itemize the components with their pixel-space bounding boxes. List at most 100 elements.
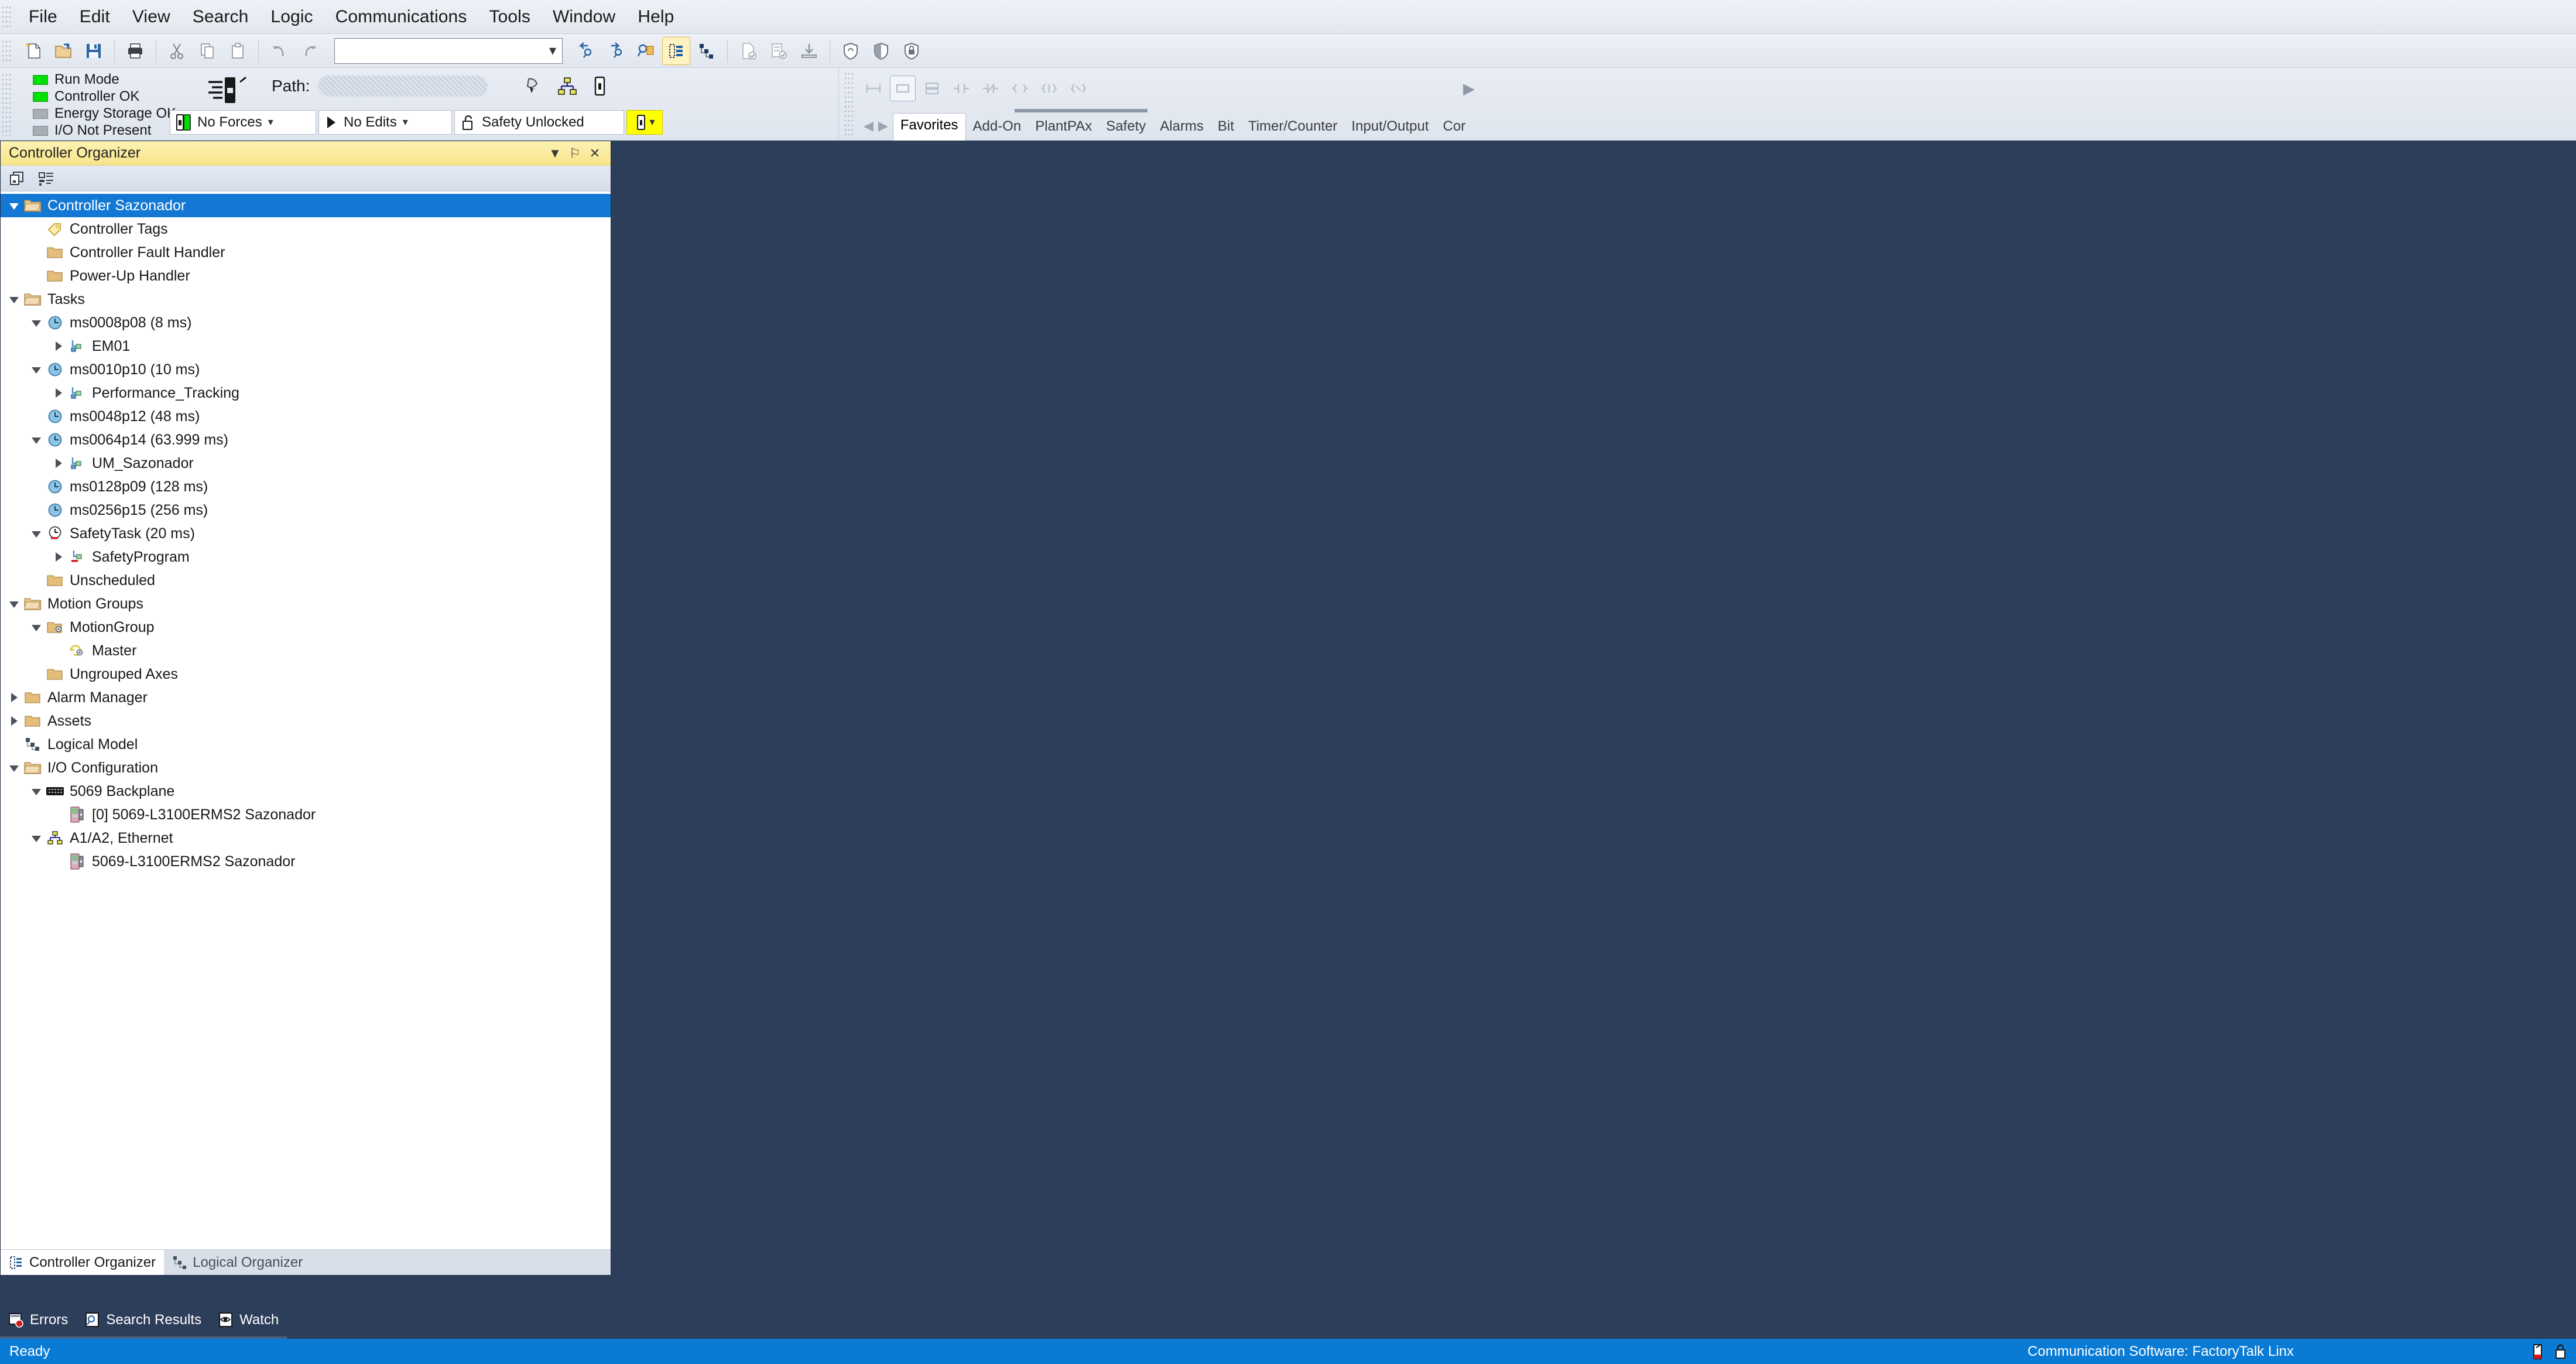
otu-icon[interactable] bbox=[1036, 76, 1062, 101]
security-lock-icon[interactable] bbox=[2554, 1343, 2568, 1360]
tree-node[interactable]: Controller Fault Handler bbox=[1, 241, 611, 264]
copy-icon[interactable] bbox=[193, 37, 221, 65]
menu-communications[interactable]: Communications bbox=[324, 5, 478, 29]
tabstrip-prev-icon[interactable]: ◀ bbox=[859, 118, 878, 141]
tree-node[interactable]: 5069 Backplane bbox=[1, 780, 611, 803]
path-value-field[interactable] bbox=[318, 76, 488, 97]
open-folder-icon[interactable] bbox=[49, 37, 77, 65]
tree-node[interactable]: Master bbox=[1, 639, 611, 662]
menu-search[interactable]: Search bbox=[181, 5, 260, 29]
tree-node[interactable]: UM_Sazonador bbox=[1, 452, 611, 475]
search-forward-icon[interactable] bbox=[601, 37, 629, 65]
chevron-down-icon[interactable] bbox=[5, 288, 23, 311]
who-active-icon[interactable] bbox=[523, 76, 544, 97]
menu-help[interactable]: Help bbox=[626, 5, 685, 29]
menu-gripper[interactable] bbox=[2, 4, 13, 30]
chevron-down-icon[interactable] bbox=[28, 616, 45, 639]
chevron-right-icon[interactable] bbox=[50, 452, 67, 475]
menu-logic[interactable]: Logic bbox=[259, 5, 324, 29]
otl-icon[interactable] bbox=[1066, 76, 1091, 101]
redo-icon[interactable] bbox=[296, 37, 324, 65]
undo-icon[interactable] bbox=[265, 37, 293, 65]
safety-signature-dropdown-icon[interactable]: ▾ bbox=[649, 116, 655, 128]
keyswitch-icon[interactable] bbox=[199, 74, 252, 107]
tree-node[interactable]: Alarm Manager bbox=[1, 686, 611, 709]
tab-plantpax[interactable]: PlantPAx bbox=[1028, 115, 1099, 141]
dock-tab-search-results[interactable]: Search Results bbox=[76, 1304, 210, 1339]
properties-icon[interactable] bbox=[35, 167, 58, 190]
chevron-down-icon[interactable] bbox=[28, 358, 45, 381]
chevron-right-icon[interactable] bbox=[50, 545, 67, 569]
tree-node[interactable]: Ungrouped Axes bbox=[1, 662, 611, 686]
tree-node[interactable]: EM01 bbox=[1, 334, 611, 358]
tab-alarms[interactable]: Alarms bbox=[1153, 115, 1211, 141]
menu-tools[interactable]: Tools bbox=[478, 5, 542, 29]
tab-controller-organizer[interactable]: Controller Organizer bbox=[1, 1250, 165, 1275]
menu-edit[interactable]: Edit bbox=[68, 5, 121, 29]
xic-icon[interactable] bbox=[948, 76, 974, 101]
network-browse-icon[interactable] bbox=[557, 76, 578, 97]
tree-node[interactable]: SafetyProgram bbox=[1, 545, 611, 569]
tree-node[interactable]: A1/A2, Ethernet bbox=[1, 826, 611, 850]
chevron-down-icon[interactable] bbox=[5, 756, 23, 780]
controller-organizer-icon[interactable] bbox=[662, 36, 690, 65]
branch-level-icon[interactable] bbox=[919, 76, 945, 101]
ote-icon[interactable] bbox=[1007, 76, 1033, 101]
menu-window[interactable]: Window bbox=[542, 5, 626, 29]
branch-icon[interactable] bbox=[890, 76, 916, 101]
edits-status[interactable]: No Edits ▾ bbox=[318, 110, 452, 135]
print-icon[interactable] bbox=[121, 37, 149, 65]
tree-node[interactable]: Logical Model bbox=[1, 733, 611, 756]
instruction-overflow-icon[interactable]: ▶ bbox=[1456, 76, 1482, 101]
new-window-icon[interactable] bbox=[5, 167, 29, 190]
save-icon[interactable] bbox=[80, 37, 108, 65]
tab-bit[interactable]: Bit bbox=[1211, 115, 1241, 141]
forces-status[interactable]: No Forces ▾ bbox=[170, 110, 316, 135]
comm-status-icon[interactable] bbox=[2530, 1343, 2546, 1360]
chevron-right-icon[interactable] bbox=[5, 709, 23, 733]
new-file-icon[interactable] bbox=[19, 37, 47, 65]
tree-node[interactable]: I/O Configuration bbox=[1, 756, 611, 780]
toolbar-gripper[interactable] bbox=[2, 37, 13, 64]
tab-input-output[interactable]: Input/Output bbox=[1344, 115, 1436, 141]
tree-node[interactable]: Power-Up Handler bbox=[1, 264, 611, 288]
tree-node[interactable]: SafetyTask (20 ms) bbox=[1, 522, 611, 545]
paste-icon[interactable] bbox=[224, 37, 252, 65]
rung-icon[interactable] bbox=[861, 76, 886, 101]
tree-node[interactable]: ms0010p10 (10 ms) bbox=[1, 358, 611, 381]
panel-pin-icon[interactable]: ⚐ bbox=[565, 143, 585, 163]
tabstrip-next-icon[interactable]: ▶ bbox=[878, 118, 893, 141]
chevron-right-icon[interactable] bbox=[50, 334, 67, 358]
menu-file[interactable]: File bbox=[18, 5, 68, 29]
tree-node[interactable]: ms0048p12 (48 ms) bbox=[1, 405, 611, 428]
chevron-right-icon[interactable] bbox=[50, 381, 67, 405]
safety-unlock-icon[interactable] bbox=[837, 37, 865, 65]
instruction-toolbar-gripper[interactable] bbox=[844, 71, 853, 136]
tree-node[interactable]: ms0256p15 (256 ms) bbox=[1, 498, 611, 522]
menu-view[interactable]: View bbox=[121, 5, 181, 29]
chevron-down-icon[interactable] bbox=[5, 592, 23, 616]
safety-signature-status[interactable]: ▾ bbox=[626, 110, 663, 135]
project-tree[interactable]: Controller Sazonador Controller Tags Contr… bbox=[1, 192, 611, 1249]
chevron-down-icon[interactable] bbox=[28, 826, 45, 850]
safety-generate-signature-icon[interactable] bbox=[867, 37, 895, 65]
tree-node[interactable]: ms0064p14 (63.999 ms) bbox=[1, 428, 611, 452]
tree-node[interactable]: MotionGroup bbox=[1, 616, 611, 639]
dock-tab-watch[interactable]: Watch bbox=[210, 1304, 287, 1339]
logical-organizer-icon[interactable] bbox=[693, 37, 721, 65]
chevron-down-icon[interactable] bbox=[28, 428, 45, 452]
chevron-down-icon[interactable] bbox=[28, 522, 45, 545]
tree-node[interactable]: Motion Groups bbox=[1, 592, 611, 616]
tab-safety[interactable]: Safety bbox=[1099, 115, 1153, 141]
dock-tab-errors[interactable]: Errors bbox=[0, 1304, 77, 1339]
search-input[interactable]: ▾ bbox=[334, 37, 563, 64]
status-gripper[interactable] bbox=[2, 71, 13, 136]
tree-node[interactable]: Assets bbox=[1, 709, 611, 733]
tab-add-on[interactable]: Add-On bbox=[966, 115, 1029, 141]
tree-node[interactable]: Unscheduled bbox=[1, 569, 611, 592]
tree-node[interactable]: Controller Tags bbox=[1, 217, 611, 241]
tree-node[interactable]: Performance_Tracking bbox=[1, 381, 611, 405]
tree-node[interactable]: 5069-L3100ERMS2 Sazonador bbox=[1, 850, 611, 873]
cut-icon[interactable] bbox=[163, 37, 191, 65]
controller-properties-icon[interactable] bbox=[591, 76, 608, 97]
